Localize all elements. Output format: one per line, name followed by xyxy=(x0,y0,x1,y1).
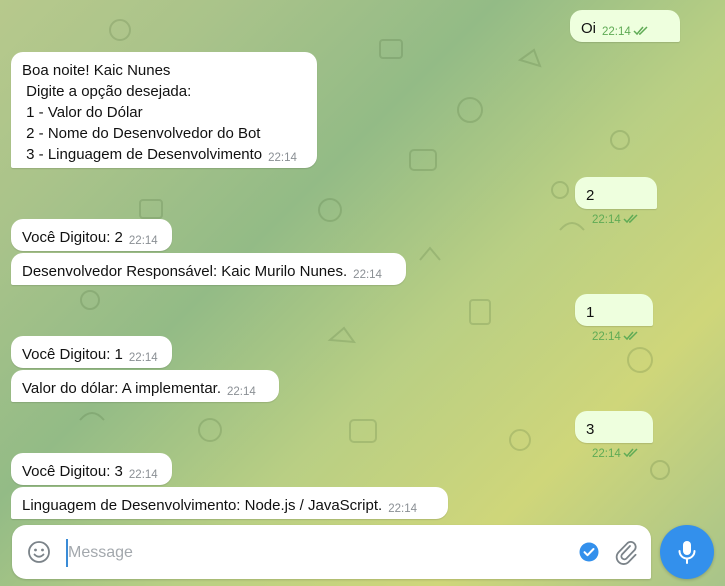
outgoing-message[interactable]: 3 22:14 xyxy=(575,411,653,460)
message-time: 22:14 xyxy=(602,26,649,38)
outgoing-message[interactable]: Oi 22:14 xyxy=(570,10,680,42)
message-composer xyxy=(12,525,651,579)
double-check-icon xyxy=(633,26,648,36)
message-text: 2 xyxy=(586,187,595,204)
paperclip-icon[interactable] xyxy=(614,539,638,565)
double-check-icon xyxy=(623,448,638,458)
incoming-message[interactable]: Você Digitou: 1 22:14 xyxy=(11,336,172,368)
double-check-icon xyxy=(623,331,638,341)
message-text: Você Digitou: 1 xyxy=(22,346,123,363)
microphone-icon xyxy=(678,541,696,564)
incoming-message[interactable]: Você Digitou: 2 22:14 xyxy=(11,219,172,251)
outgoing-message[interactable]: 1 22:14 xyxy=(575,294,653,343)
incoming-message[interactable]: Valor do dólar: A implementar. 22:14 xyxy=(11,370,279,402)
message-time: 22:14 xyxy=(268,152,297,164)
message-text: 3 xyxy=(586,421,595,438)
message-text: 1 xyxy=(586,304,595,321)
message-time-label: 22:14 xyxy=(592,448,621,460)
message-time: 22:14 xyxy=(592,331,639,343)
message-time: 22:14 xyxy=(128,352,158,364)
outgoing-message[interactable]: 2 22:14 xyxy=(575,177,657,226)
smile-icon[interactable] xyxy=(27,540,51,564)
message-last-line: 3 - Linguagem de Desenvolvimento 22:14 xyxy=(22,144,306,165)
message-time-label: 22:14 xyxy=(592,331,621,343)
message-line: 1 - Valor do Dólar xyxy=(22,104,143,121)
message-text: Você Digitou: 3 xyxy=(22,463,123,480)
message-time: 22:14 xyxy=(128,235,158,247)
message-time: 22:14 xyxy=(592,214,639,226)
message-text: Linguagem de Desenvolvimento: Node.js / … xyxy=(22,497,383,514)
message-time-label: 22:14 xyxy=(592,214,621,226)
message-time: 22:14 xyxy=(128,469,158,481)
double-check-icon xyxy=(623,214,638,224)
message-text: Você Digitou: 2 xyxy=(22,229,123,246)
check-circle-icon[interactable] xyxy=(579,542,599,562)
incoming-message[interactable]: Desenvolvedor Responsável: Kaic Murilo N… xyxy=(11,253,406,285)
message-text: Valor do dólar: A implementar. xyxy=(22,380,221,397)
incoming-message[interactable]: Boa noite! Kaic Nunes Digite a opção des… xyxy=(11,52,317,168)
message-time: 22:14 xyxy=(353,269,382,281)
message-time: 22:14 xyxy=(227,386,256,398)
microphone-button[interactable] xyxy=(660,525,714,579)
message-text: Desenvolvedor Responsável: Kaic Murilo N… xyxy=(22,263,348,280)
message-line: Digite a opção desejada: xyxy=(22,83,192,100)
message-line: 3 - Linguagem de Desenvolvimento xyxy=(22,146,263,163)
message-time-label: 22:14 xyxy=(602,26,631,38)
chat-window: Oi 22:14 Boa noite! Kaic Nunes Digite a o… xyxy=(0,0,725,586)
message-input[interactable] xyxy=(66,539,570,567)
message-line: Boa noite! Kaic Nunes xyxy=(22,62,171,79)
message-time: 22:14 xyxy=(592,448,639,460)
incoming-message[interactable]: Linguagem de Desenvolvimento: Node.js / … xyxy=(11,487,448,519)
message-text: Oi xyxy=(581,20,596,37)
incoming-message[interactable]: Você Digitou: 3 22:14 xyxy=(11,453,172,485)
message-line: 2 - Nome do Desenvolvedor do Bot xyxy=(22,125,261,142)
message-time: 22:14 xyxy=(388,503,417,515)
